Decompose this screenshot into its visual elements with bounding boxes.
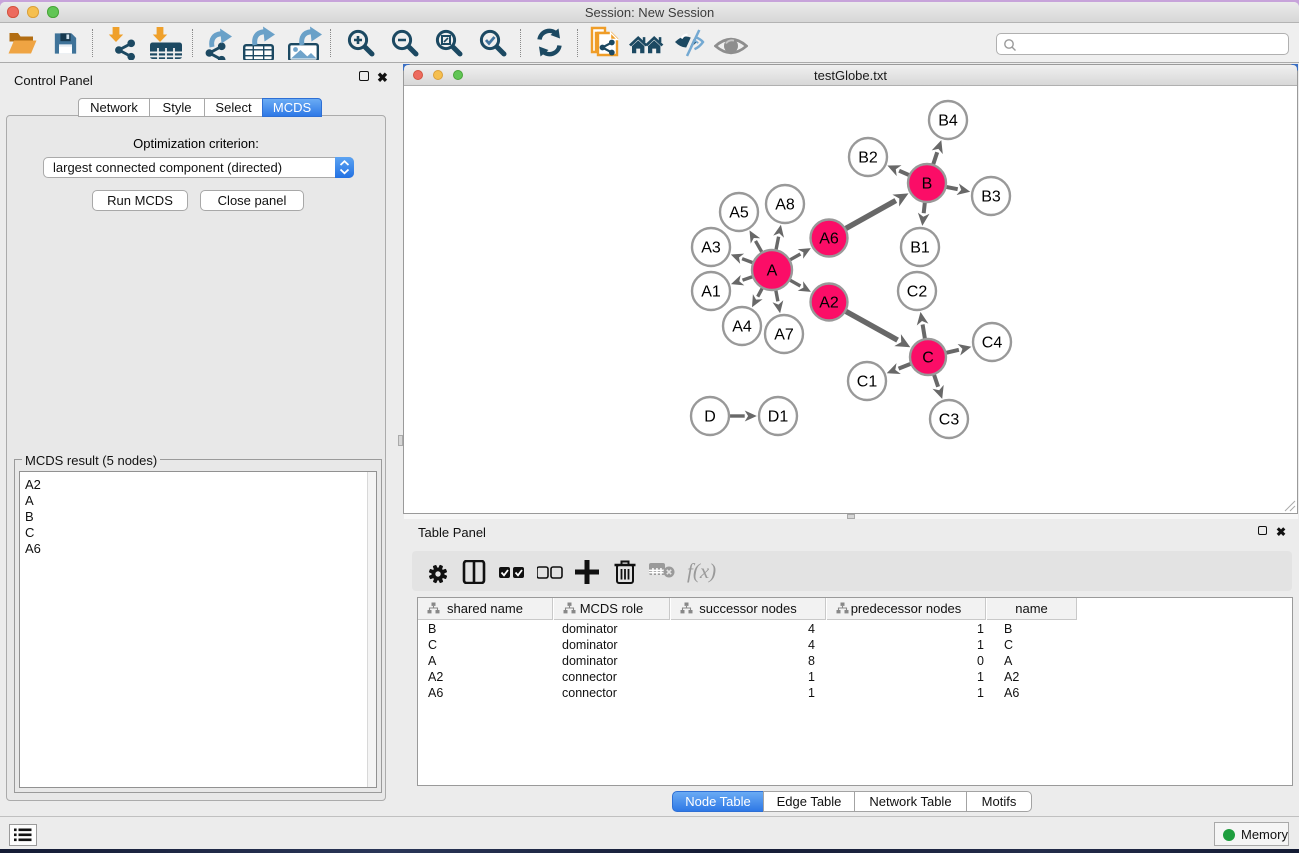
svg-text:D: D: [704, 409, 716, 426]
svg-text:A: A: [767, 263, 778, 280]
svg-text:A6: A6: [819, 231, 839, 248]
svg-text:B2: B2: [858, 150, 878, 167]
svg-text:B3: B3: [981, 189, 1001, 206]
svg-text:C4: C4: [982, 335, 1003, 352]
svg-text:C3: C3: [939, 412, 960, 429]
svg-text:A5: A5: [729, 205, 749, 222]
svg-text:C1: C1: [857, 374, 878, 391]
svg-text:A3: A3: [701, 240, 721, 257]
svg-text:C: C: [922, 350, 934, 367]
svg-text:B4: B4: [938, 113, 958, 130]
svg-text:A8: A8: [775, 197, 795, 214]
svg-text:B1: B1: [910, 240, 930, 257]
svg-text:A7: A7: [774, 327, 794, 344]
svg-text:A1: A1: [701, 284, 721, 301]
svg-text:A4: A4: [732, 319, 752, 336]
svg-text:A2: A2: [819, 295, 839, 312]
svg-text:D1: D1: [768, 409, 789, 426]
svg-text:C2: C2: [907, 284, 928, 301]
svg-text:B: B: [922, 176, 933, 193]
